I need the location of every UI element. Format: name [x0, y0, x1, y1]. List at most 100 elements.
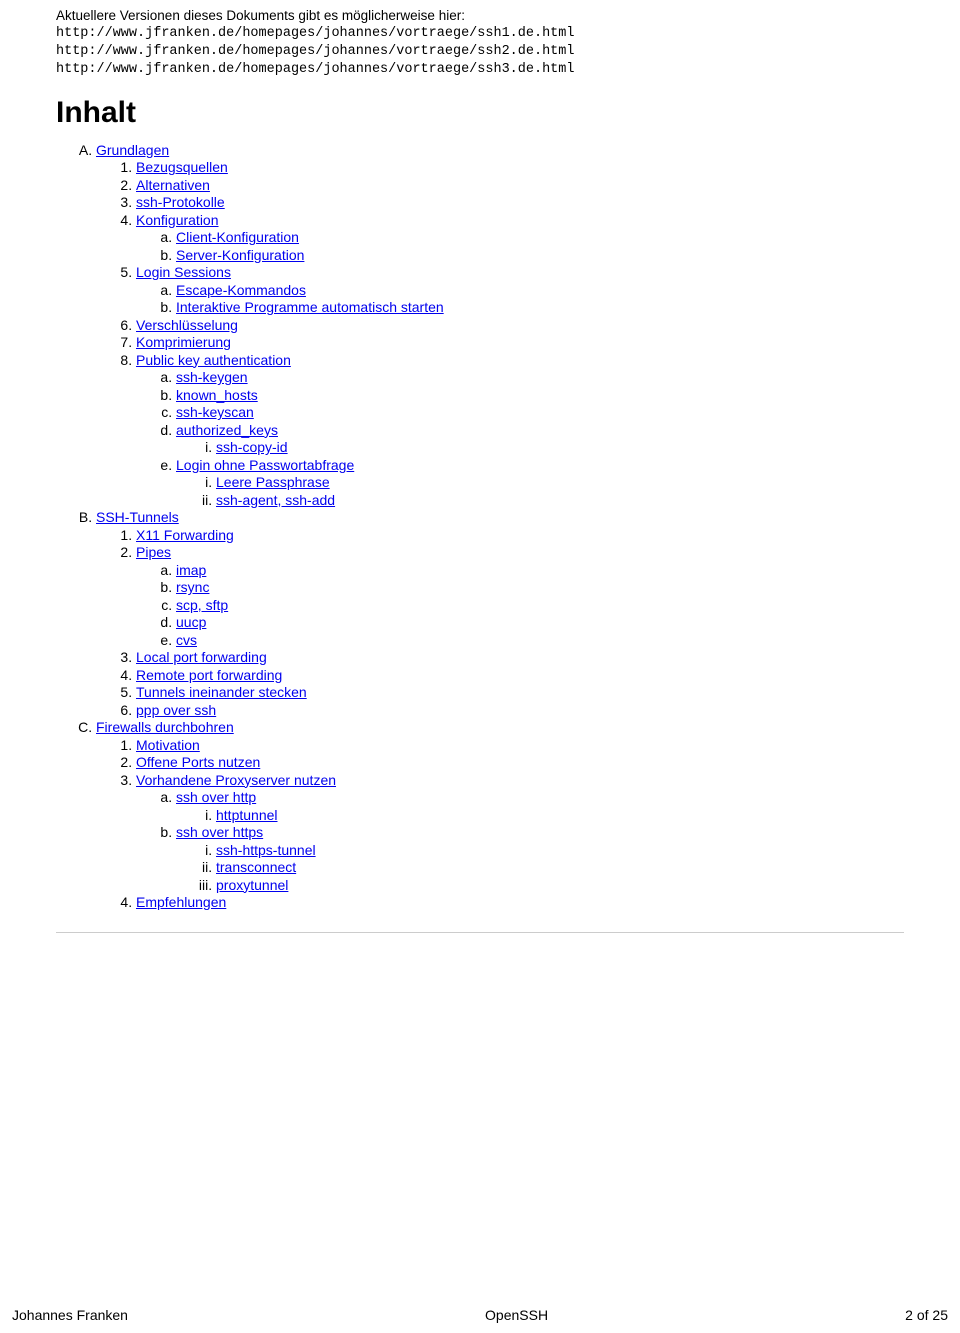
toc-item: Pipes imap rsync scp, sftp uucp cvs [136, 544, 904, 649]
toc-section-c: Firewalls durchbohren Motivation Offene … [96, 719, 904, 912]
link-grundlagen[interactable]: Grundlagen [96, 142, 169, 158]
link-ssh-keygen[interactable]: ssh-keygen [176, 369, 248, 385]
page-footer: Johannes Franken OpenSSH 2 of 25 [0, 1307, 960, 1323]
toc-item: Remote port forwarding [136, 667, 904, 685]
footer-page: 2 of 25 [905, 1307, 948, 1323]
link-imap[interactable]: imap [176, 562, 206, 578]
toc-item: ssh-copy-id [216, 439, 904, 457]
toc-item: Konfiguration Client-Konfiguration Serve… [136, 212, 904, 265]
link-known-hosts[interactable]: known_hosts [176, 387, 258, 403]
toc-item: Bezugsquellen [136, 159, 904, 177]
toc-item: Login Sessions Escape-Kommandos Interakt… [136, 264, 904, 317]
link-ssh-keyscan[interactable]: ssh-keyscan [176, 404, 254, 420]
version-notice: Aktuellere Versionen dieses Dokuments gi… [56, 8, 904, 23]
toc-item: httptunnel [216, 807, 904, 825]
link-vorhandene-proxyserver[interactable]: Vorhandene Proxyserver nutzen [136, 772, 336, 788]
link-login-ohne-passwort[interactable]: Login ohne Passwortabfrage [176, 457, 354, 473]
link-ssh-copy-id[interactable]: ssh-copy-id [216, 439, 288, 455]
url-list: http://www.jfranken.de/homepages/johanne… [56, 25, 904, 80]
toc-item: ssh-keyscan [176, 404, 904, 422]
page-title: Inhalt [56, 96, 904, 130]
link-konfiguration[interactable]: Konfiguration [136, 212, 219, 228]
toc-item: X11 Forwarding [136, 527, 904, 545]
toc-item: Alternativen [136, 177, 904, 195]
link-cvs[interactable]: cvs [176, 632, 197, 648]
toc-item: Motivation [136, 737, 904, 755]
link-transconnect[interactable]: transconnect [216, 859, 296, 875]
link-server-konfiguration[interactable]: Server-Konfiguration [176, 247, 304, 263]
toc-item: Local port forwarding [136, 649, 904, 667]
toc-item: Client-Konfiguration [176, 229, 904, 247]
toc-item: Leere Passphrase [216, 474, 904, 492]
link-tunnels-ineinander[interactable]: Tunnels ineinander stecken [136, 684, 307, 700]
toc-item: uucp [176, 614, 904, 632]
link-public-key-auth[interactable]: Public key authentication [136, 352, 291, 368]
link-firewalls-durchbohren[interactable]: Firewalls durchbohren [96, 719, 234, 735]
toc-item: ssh over http httptunnel [176, 789, 904, 824]
link-empfehlungen[interactable]: Empfehlungen [136, 894, 226, 910]
divider [56, 932, 904, 933]
url-line: http://www.jfranken.de/homepages/johanne… [56, 25, 904, 43]
toc-item: Komprimierung [136, 334, 904, 352]
link-ssh-protokolle[interactable]: ssh-Protokolle [136, 194, 225, 210]
link-x11-forwarding[interactable]: X11 Forwarding [136, 527, 234, 543]
toc-section-a: Grundlagen Bezugsquellen Alternativen ss… [96, 142, 904, 510]
link-leere-passphrase[interactable]: Leere Passphrase [216, 474, 330, 490]
link-komprimierung[interactable]: Komprimierung [136, 334, 231, 350]
toc-item: ssh-keygen [176, 369, 904, 387]
link-scp-sftp[interactable]: scp, sftp [176, 597, 228, 613]
footer-author: Johannes Franken [12, 1307, 128, 1323]
link-ssh-agent[interactable]: ssh-agent, ssh-add [216, 492, 335, 508]
url-line: http://www.jfranken.de/homepages/johanne… [56, 43, 904, 61]
link-remote-port-forwarding[interactable]: Remote port forwarding [136, 667, 282, 683]
toc-item: scp, sftp [176, 597, 904, 615]
link-uucp[interactable]: uucp [176, 614, 206, 630]
link-alternativen[interactable]: Alternativen [136, 177, 210, 193]
toc-item: imap [176, 562, 904, 580]
toc-item: ssh-agent, ssh-add [216, 492, 904, 510]
toc-item: known_hosts [176, 387, 904, 405]
url-line: http://www.jfranken.de/homepages/johanne… [56, 61, 904, 79]
link-motivation[interactable]: Motivation [136, 737, 200, 753]
toc-item: Public key authentication ssh-keygen kno… [136, 352, 904, 510]
toc-item: rsync [176, 579, 904, 597]
toc-item: cvs [176, 632, 904, 650]
footer-title: OpenSSH [485, 1307, 548, 1323]
link-proxytunnel[interactable]: proxytunnel [216, 877, 288, 893]
link-bezugsquellen[interactable]: Bezugsquellen [136, 159, 228, 175]
toc-item: ssh-https-tunnel [216, 842, 904, 860]
toc-item: proxytunnel [216, 877, 904, 895]
toc-item: Escape-Kommandos [176, 282, 904, 300]
link-rsync[interactable]: rsync [176, 579, 209, 595]
link-httptunnel[interactable]: httptunnel [216, 807, 278, 823]
toc-item: Vorhandene Proxyserver nutzen ssh over h… [136, 772, 904, 895]
link-verschluesselung[interactable]: Verschlüsselung [136, 317, 238, 333]
toc-item: ppp over ssh [136, 702, 904, 720]
link-ppp-over-ssh[interactable]: ppp over ssh [136, 702, 216, 718]
link-ssh-tunnels[interactable]: SSH-Tunnels [96, 509, 179, 525]
toc-item: Server-Konfiguration [176, 247, 904, 265]
link-ssh-over-https[interactable]: ssh over https [176, 824, 263, 840]
toc-item: Verschlüsselung [136, 317, 904, 335]
toc-section-b: SSH-Tunnels X11 Forwarding Pipes imap rs… [96, 509, 904, 719]
link-login-sessions[interactable]: Login Sessions [136, 264, 231, 280]
link-client-konfiguration[interactable]: Client-Konfiguration [176, 229, 299, 245]
link-escape-kommandos[interactable]: Escape-Kommandos [176, 282, 306, 298]
link-pipes[interactable]: Pipes [136, 544, 171, 560]
toc-item: Interaktive Programme automatisch starte… [176, 299, 904, 317]
toc-item: transconnect [216, 859, 904, 877]
toc-item: ssh-Protokolle [136, 194, 904, 212]
toc-item: ssh over https ssh-https-tunnel transcon… [176, 824, 904, 894]
link-ssh-https-tunnel[interactable]: ssh-https-tunnel [216, 842, 316, 858]
toc-item: Offene Ports nutzen [136, 754, 904, 772]
link-interaktive-programme[interactable]: Interaktive Programme automatisch starte… [176, 299, 444, 315]
toc-item: Login ohne Passwortabfrage Leere Passphr… [176, 457, 904, 510]
link-offene-ports[interactable]: Offene Ports nutzen [136, 754, 260, 770]
link-ssh-over-http[interactable]: ssh over http [176, 789, 256, 805]
toc-root: Grundlagen Bezugsquellen Alternativen ss… [56, 142, 904, 912]
toc-item: authorized_keys ssh-copy-id [176, 422, 904, 457]
link-authorized-keys[interactable]: authorized_keys [176, 422, 278, 438]
toc-item: Empfehlungen [136, 894, 904, 912]
toc-item: Tunnels ineinander stecken [136, 684, 904, 702]
link-local-port-forwarding[interactable]: Local port forwarding [136, 649, 267, 665]
